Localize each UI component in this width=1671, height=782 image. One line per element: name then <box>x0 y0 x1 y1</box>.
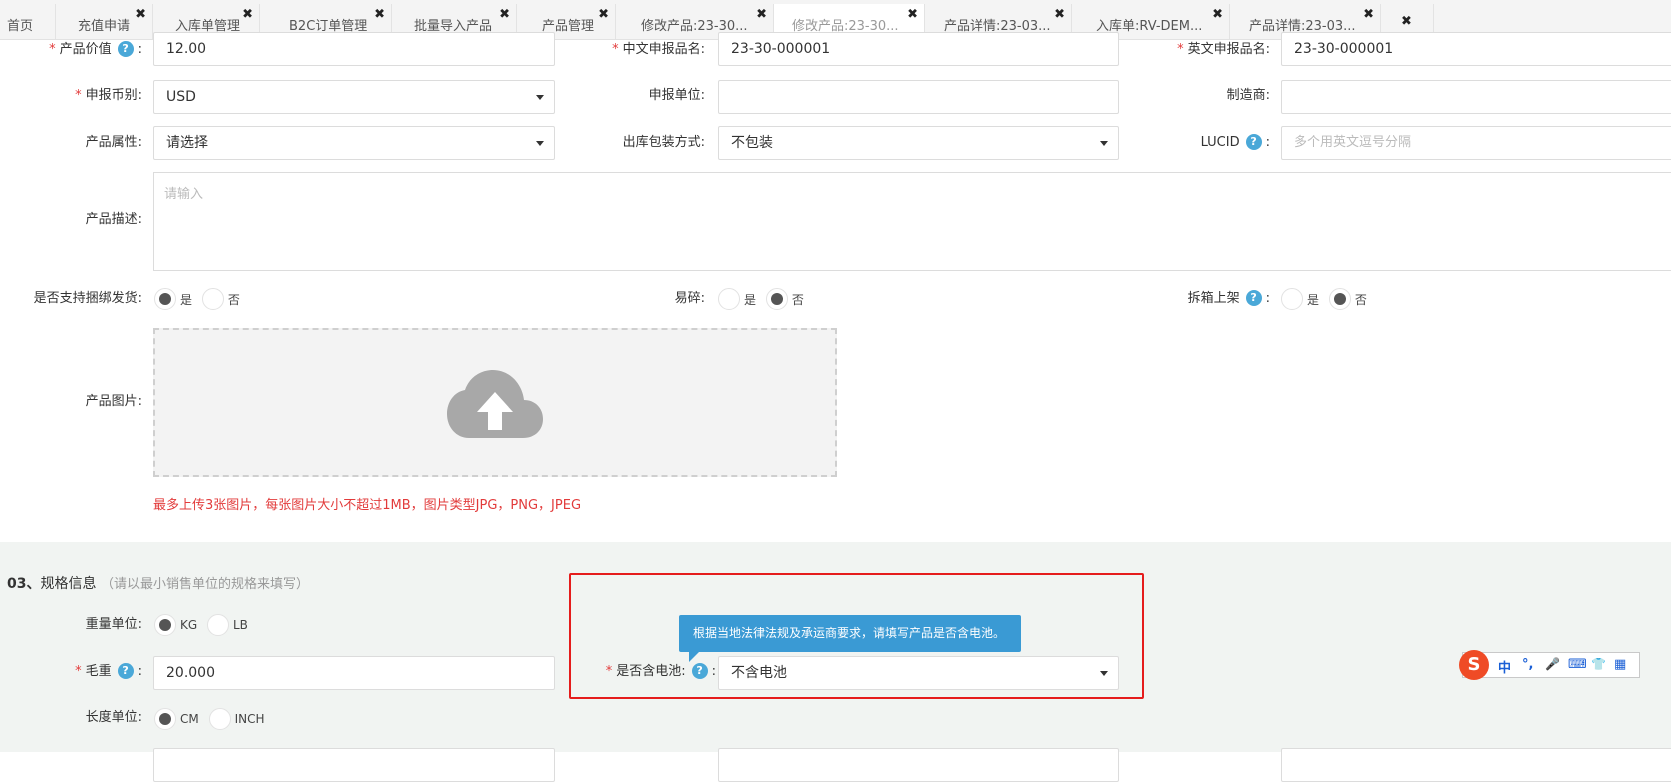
ime-chinese-mode-icon[interactable]: 中 <box>1498 657 1511 676</box>
attribute-label: 产品属性: <box>85 135 142 150</box>
cn-name-label: * 中文申报品名: <box>612 42 705 57</box>
close-icon[interactable]: ✖ <box>907 8 918 21</box>
length-unit-radio-group: CM INCH <box>154 708 270 732</box>
help-icon[interactable]: ? <box>1245 134 1262 150</box>
length-unit-label: 长度单位: <box>85 710 142 725</box>
chevron-down-icon <box>1100 141 1108 146</box>
chevron-down-icon <box>536 141 544 146</box>
image-upload-area[interactable] <box>153 328 837 477</box>
close-icon[interactable]: ✖ <box>242 8 253 21</box>
fragile-yes-radio[interactable] <box>718 288 740 310</box>
image-label: 产品图片: <box>85 394 142 409</box>
description-textarea[interactable]: 请输入 <box>153 172 1671 271</box>
help-icon[interactable]: ? <box>1245 290 1262 306</box>
tab-recharge[interactable]: 充值申请 ✖ <box>56 4 153 39</box>
close-icon: ✖ <box>1401 14 1412 29</box>
weight-unit-lb-radio[interactable] <box>207 614 229 636</box>
ime-toolbar[interactable]: S 中 °, 🎤 ⌨ 👕 ▦ <box>1459 650 1640 680</box>
toolbox-icon[interactable]: ▦ <box>1614 657 1626 672</box>
declare-unit-label: 申报单位: <box>648 88 705 103</box>
gross-weight-label: * 毛重?: <box>75 663 142 679</box>
weight-unit-label: 重量单位: <box>85 617 142 632</box>
tab-home[interactable]: 首页 <box>0 4 56 39</box>
length-unit-cm-radio[interactable] <box>154 708 176 730</box>
currency-select[interactable]: USD <box>153 80 555 114</box>
currency-value: USD <box>166 89 196 105</box>
attribute-value: 请选择 <box>166 135 208 151</box>
height-input[interactable] <box>1281 748 1671 782</box>
close-icon[interactable]: ✖ <box>1212 8 1223 21</box>
weight-unit-kg-radio[interactable] <box>154 614 176 636</box>
length-unit-inch-radio[interactable] <box>208 708 231 730</box>
bundle-label: 是否支持捆绑发货: <box>33 291 142 306</box>
fragile-label: 易碎: <box>674 291 705 306</box>
weight-unit-radio-group: KG LB <box>154 614 254 638</box>
keyboard-icon[interactable]: ⌨ <box>1568 657 1587 672</box>
description-label: 产品描述: <box>85 212 142 227</box>
fragile-no-radio[interactable] <box>765 288 788 310</box>
cn-name-input[interactable]: 23-30-000001 <box>718 32 1119 66</box>
microphone-icon[interactable]: 🎤 <box>1545 657 1560 671</box>
length-input[interactable] <box>153 748 555 782</box>
help-icon[interactable]: ? <box>117 41 134 57</box>
declare-unit-input[interactable] <box>718 80 1119 114</box>
ime-punctuation-icon[interactable]: °, <box>1522 657 1533 672</box>
bundle-no-radio[interactable] <box>201 288 224 310</box>
tooltip-arrow <box>689 652 699 662</box>
packing-label: 出库包装方式: <box>622 135 705 150</box>
product-value-label: * 产品价值?: <box>49 41 142 57</box>
close-icon[interactable]: ✖ <box>135 8 146 21</box>
help-icon[interactable]: ? <box>117 663 134 679</box>
close-icon[interactable]: ✖ <box>374 8 385 21</box>
lucid-input[interactable]: 多个用英文逗号分隔 <box>1281 126 1671 160</box>
manufacturer-input[interactable] <box>1281 80 1671 114</box>
en-name-input[interactable]: 23-30-000001 <box>1281 32 1671 66</box>
skin-icon[interactable]: 👕 <box>1591 657 1606 671</box>
cloud-upload-icon <box>447 370 543 438</box>
gross-weight-input[interactable]: 20.000 <box>153 656 555 690</box>
split-radio-group: 是 否 <box>1281 288 1373 312</box>
battery-tooltip: 根据当地法律法规及承运商要求，请填写产品是否含电池。 <box>679 615 1021 652</box>
attribute-select[interactable]: 请选择 <box>153 126 555 160</box>
split-yes-radio[interactable] <box>1281 288 1303 310</box>
product-value-input[interactable]: 12.00 <box>153 32 555 66</box>
bundle-yes-radio[interactable] <box>154 288 176 310</box>
packing-select[interactable]: 不包装 <box>718 126 1119 160</box>
tab-label: 首页 <box>7 19 34 34</box>
sogou-logo-icon: S <box>1459 650 1489 680</box>
manufacturer-label: 制造商: <box>1226 88 1270 103</box>
en-name-label: * 英文申报品名: <box>1177 42 1270 57</box>
split-no-radio[interactable] <box>1328 288 1351 310</box>
chevron-down-icon <box>536 95 544 100</box>
width-input[interactable] <box>718 748 1119 782</box>
close-icon[interactable]: ✖ <box>756 8 767 21</box>
lucid-label: LUCID?: <box>1200 134 1270 150</box>
fragile-radio-group: 是 否 <box>718 288 810 312</box>
close-icon[interactable]: ✖ <box>1054 8 1065 21</box>
close-icon[interactable]: ✖ <box>499 8 510 21</box>
tab-label: 充值申请 <box>78 19 131 34</box>
close-icon[interactable]: ✖ <box>1363 8 1374 21</box>
image-upload-hint: 最多上传3张图片，每张图片大小不超过1MB，图片类型JPG，PNG，JPEG <box>153 498 582 513</box>
split-label: 拆箱上架?: <box>1187 290 1270 306</box>
close-icon[interactable]: ✖ <box>598 8 609 21</box>
currency-label: * 申报币别: <box>75 88 142 103</box>
bundle-radio-group: 是 否 <box>154 288 246 312</box>
packing-value: 不包装 <box>731 135 773 151</box>
section-title: 03、规格信息 （请以最小销售单位的规格来填写） <box>7 576 309 592</box>
